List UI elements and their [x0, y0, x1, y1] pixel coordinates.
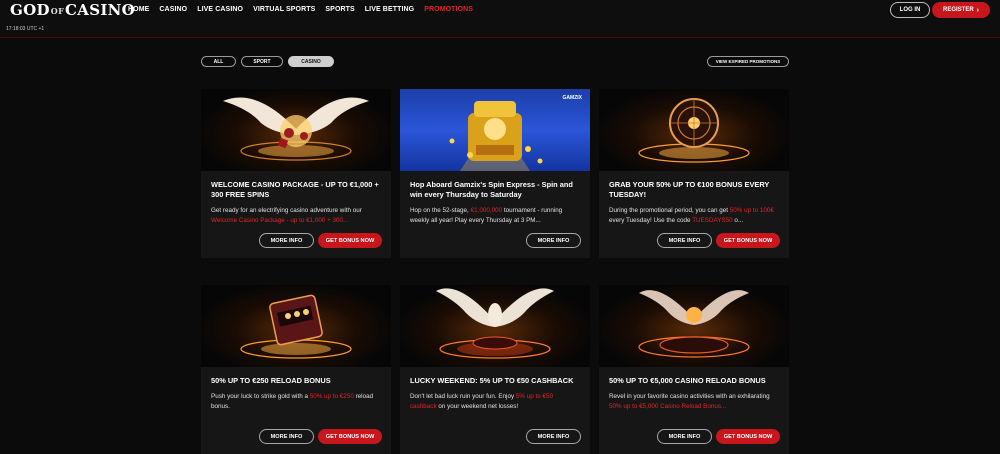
site-header: GODOFCASINO HOME CASINO LIVE CASINO VIRT… — [0, 0, 1000, 38]
filter-all-label: ALL — [213, 58, 224, 65]
register-label: REGISTER — [942, 7, 974, 13]
nav-item-promotions[interactable]: PROMOTIONS — [424, 6, 473, 13]
get-bonus-button[interactable]: GET BONUS NOW — [318, 233, 382, 248]
promo-description: Don't let bad luck ruin your fun. Enjoy … — [410, 392, 580, 412]
logo-text-main: GOD — [10, 1, 50, 19]
desc-text-tail: on your weekend net losses! — [436, 403, 519, 410]
desc-highlight: 50% up to €250 — [309, 393, 354, 400]
desc-highlight: €1,000,000 — [470, 207, 503, 214]
get-bonus-label: GET BONUS NOW — [723, 237, 773, 244]
get-bonus-label: GET BONUS NOW — [723, 433, 773, 440]
phoenix-roulette-image[interactable] — [599, 285, 789, 367]
filter-casino-label: CASINO — [301, 58, 321, 65]
promo-card: GAMZIX Hop Aboard Gamzix's Spin Express … — [400, 89, 590, 258]
desc-text: Hop on the 52-stage, — [410, 207, 471, 214]
nav-item-casino[interactable]: CASINO — [159, 6, 187, 13]
promo-title: 50% UP TO €5,000 CASINO RELOAD BONUS — [609, 376, 766, 385]
nav-item-live-casino[interactable]: LIVE CASINO — [197, 6, 243, 13]
nav-item-live-betting[interactable]: LIVE BETTING — [365, 6, 414, 13]
site-logo[interactable]: GODOFCASINO — [10, 1, 135, 19]
promo-description: Hop on the 52-stage, €1,000,000 tourname… — [410, 206, 580, 226]
more-info-button[interactable]: MORE INFO — [259, 233, 314, 248]
get-bonus-button[interactable]: GET BONUS NOW — [716, 233, 780, 248]
desc-text: During the promotional period, you can g… — [609, 207, 730, 214]
more-info-button[interactable]: MORE INFO — [526, 429, 581, 444]
slot-machine-image[interactable] — [201, 285, 391, 367]
main-nav: HOME CASINO LIVE CASINO VIRTUAL SPORTS S… — [128, 6, 473, 13]
winged-roulette-image[interactable] — [400, 285, 590, 367]
view-expired-promotions-button[interactable]: VIEW EXPIRED PROMOTIONS — [707, 56, 789, 67]
login-label: LOG IN — [899, 7, 921, 13]
promo-card: GRAB YOUR 50% UP TO €100 BONUS EVERY TUE… — [599, 89, 789, 258]
desc-text: Get ready for an electrifying casino adv… — [211, 207, 362, 214]
promo-card: 50% UP TO €250 RELOAD BONUS Push your lu… — [201, 285, 391, 454]
desc-text: Don't let bad luck ruin your fun. Enjoy — [410, 393, 516, 400]
nav-item-home[interactable]: HOME — [128, 6, 149, 13]
desc-text-tail: o... — [732, 217, 744, 224]
filter-sport[interactable]: SPORT — [241, 56, 283, 67]
promo-card: LUCKY WEEKEND: 5% UP TO €50 CASHBACK Don… — [400, 285, 590, 454]
promo-description: Push your luck to strike gold with a 50%… — [211, 392, 381, 412]
filter-all[interactable]: ALL — [201, 56, 236, 67]
more-info-label: MORE INFO — [270, 433, 303, 440]
more-info-label: MORE INFO — [668, 237, 701, 244]
desc-text-mid: every Tuesday! Use the code — [609, 217, 693, 224]
desc-text: Push your luck to strike gold with a — [211, 393, 310, 400]
promo-title: LUCKY WEEKEND: 5% UP TO €50 CASHBACK — [410, 376, 574, 385]
gamzix-train-image[interactable]: GAMZIX — [400, 89, 590, 171]
more-info-button[interactable]: MORE INFO — [526, 233, 581, 248]
view-expired-label: VIEW EXPIRED PROMOTIONS — [715, 59, 781, 64]
promo-code: TUESDAYS50 — [692, 217, 733, 224]
nav-item-virtual-sports[interactable]: VIRTUAL SPORTS — [253, 6, 315, 13]
desc-highlight: Welcome Casino Package - up to €1,000 + … — [211, 217, 349, 224]
more-info-label: MORE INFO — [270, 237, 303, 244]
promo-card: WELCOME CASINO PACKAGE - UP TO €1,000 + … — [201, 89, 391, 258]
promo-card: 50% UP TO €5,000 CASINO RELOAD BONUS Rev… — [599, 285, 789, 454]
filter-casino[interactable]: CASINO — [288, 56, 334, 67]
filter-sport-label: SPORT — [253, 58, 271, 65]
chevron-right-icon: › — [976, 6, 979, 14]
register-button[interactable]: REGISTER › — [932, 2, 990, 18]
promo-description: Get ready for an electrifying casino adv… — [211, 206, 381, 226]
more-info-button[interactable]: MORE INFO — [657, 233, 712, 248]
desc-text: Revel in your favorite casino activities… — [609, 393, 770, 400]
gamzix-brand-tag: GAMZIX — [562, 95, 582, 101]
promo-title: Hop Aboard Gamzix's Spin Express - Spin … — [410, 180, 573, 199]
desc-highlight: 50% up to 100€ — [729, 207, 774, 214]
more-info-button[interactable]: MORE INFO — [259, 429, 314, 444]
more-info-label: MORE INFO — [668, 433, 701, 440]
get-bonus-button[interactable]: GET BONUS NOW — [318, 429, 382, 444]
promo-filters: ALL SPORT CASINO — [201, 56, 334, 67]
login-button[interactable]: LOG IN — [890, 2, 930, 18]
promo-description: Revel in your favorite casino activities… — [609, 392, 779, 412]
promo-title: GRAB YOUR 50% UP TO €100 BONUS EVERY TUE… — [609, 180, 770, 199]
get-bonus-label: GET BONUS NOW — [325, 433, 375, 440]
more-info-label: MORE INFO — [537, 433, 570, 440]
winged-casino-chips-image[interactable] — [201, 89, 391, 171]
get-bonus-button[interactable]: GET BONUS NOW — [716, 429, 780, 444]
server-time: 17:18:03 UTC +1 — [6, 26, 45, 32]
more-info-button[interactable]: MORE INFO — [657, 429, 712, 444]
desc-highlight: 50% up to €5,000 Casino Reload Bonus... — [609, 403, 727, 410]
logo-text-of: OF — [50, 6, 65, 16]
promo-title: 50% UP TO €250 RELOAD BONUS — [211, 376, 331, 385]
promo-description: During the promotional period, you can g… — [609, 206, 779, 226]
more-info-label: MORE INFO — [537, 237, 570, 244]
nav-item-sports[interactable]: SPORTS — [325, 6, 354, 13]
get-bonus-label: GET BONUS NOW — [325, 237, 375, 244]
roulette-wheel-image[interactable] — [599, 89, 789, 171]
promo-title: WELCOME CASINO PACKAGE - UP TO €1,000 + … — [211, 180, 379, 199]
logo-text-tail: CASINO — [65, 1, 136, 19]
